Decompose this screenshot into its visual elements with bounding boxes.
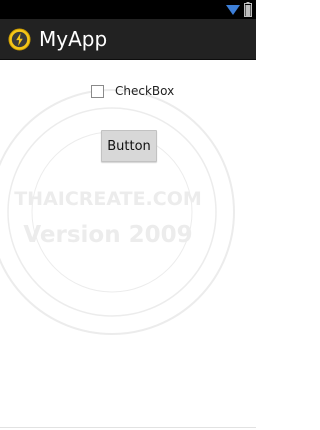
checkbox-label[interactable]: CheckBox xyxy=(115,83,174,99)
main-button[interactable]: Button xyxy=(101,130,157,162)
checkbox[interactable]: CheckBox xyxy=(91,83,174,99)
watermark-version: Version 2009 xyxy=(23,222,192,248)
action-bar: MyApp xyxy=(0,19,256,60)
watermark-title: THAICREATE.COM xyxy=(14,188,202,210)
app-title: MyApp xyxy=(39,27,108,51)
watermark-seal: THAICREATE.COM Version 2009 xyxy=(0,89,235,335)
wifi-icon xyxy=(226,5,240,15)
bottom-divider xyxy=(0,427,256,428)
app-lightning-icon[interactable] xyxy=(8,28,31,51)
checkbox-box[interactable] xyxy=(91,84,104,98)
main-content: THAICREATE.COM Version 2009 CheckBox But… xyxy=(0,60,256,430)
status-bar xyxy=(0,0,256,19)
battery-icon xyxy=(244,2,252,17)
phone-screen: MyApp THAICREATE.COM Version 2009 CheckB… xyxy=(0,0,256,430)
